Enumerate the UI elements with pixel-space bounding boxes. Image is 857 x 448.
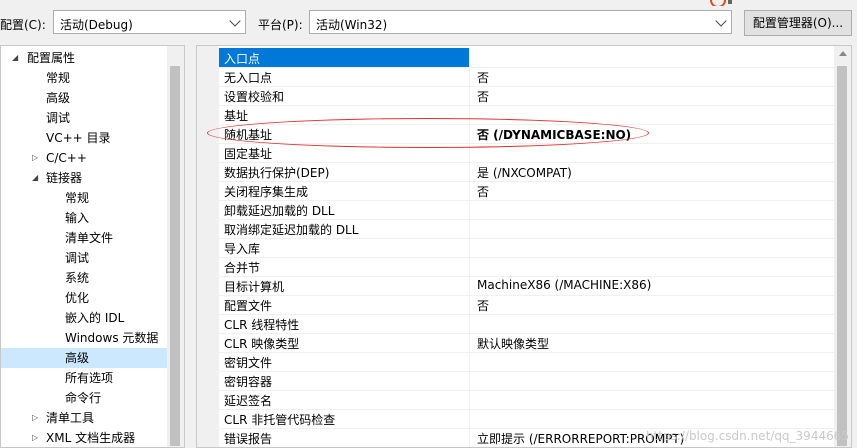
property-row-merge-sections[interactable]: 合并节: [219, 257, 835, 277]
property-row-clr-image-type[interactable]: CLR 映像类型 默认映像类型: [219, 333, 835, 353]
property-row-key-container[interactable]: 密钥容器: [219, 371, 835, 391]
config-label: 配置(C):: [0, 18, 46, 32]
property-row-clr-thread-attribute[interactable]: CLR 线程特性: [219, 314, 835, 334]
grid-scrollbar[interactable]: [834, 46, 851, 447]
property-row-no-entry-point[interactable]: 无入口点否: [219, 67, 835, 87]
property-row-unbind-delay-loaded-dll[interactable]: 取消绑定延迟加载的 DLL: [219, 219, 835, 239]
property-row-entry-point[interactable]: 入口点: [219, 48, 851, 68]
property-tree[interactable]: ◢ 配置属性 常规 高级 调试 VC++ 目录 ▷ C/C++ ◢ 链接器 常规…: [0, 45, 185, 448]
property-row-unload-delay-loaded-dll[interactable]: 卸载延迟加载的 DLL: [219, 200, 835, 220]
property-row-key-file[interactable]: 密钥文件: [219, 352, 835, 372]
property-row-import-library[interactable]: 导入库: [219, 238, 835, 258]
expanded-triangle-icon[interactable]: ◢: [32, 168, 38, 188]
tree-node-linker-advanced[interactable]: 高级: [1, 348, 167, 368]
grid-gutter: [197, 46, 219, 447]
expanded-triangle-icon: ◢: [12, 53, 19, 62]
collapsed-triangle-icon[interactable]: ▷: [32, 428, 38, 447]
property-row-target-machine[interactable]: 目标计算机 MachineX86 (/MACHINE:X86): [219, 276, 835, 296]
collapsed-triangle-icon[interactable]: ▷: [32, 148, 38, 168]
platform-dropdown-value: 活动(Win32): [316, 18, 388, 32]
tree-scrollbar-thumb[interactable]: [170, 66, 180, 446]
property-row-randomized-base-address[interactable]: 随机基址否 (/DYNAMICBASE:NO): [219, 124, 835, 144]
platform-label: 平台(P):: [258, 18, 303, 32]
property-row-profile[interactable]: 配置文件否: [219, 295, 835, 315]
property-grid[interactable]: 入口点 无入口点否 设置校验和否 基址 随机基址否 (/DYNAMICBASE:…: [196, 45, 852, 448]
platform-dropdown[interactable]: 活动(Win32): [309, 10, 732, 34]
grid-scrollbar-thumb[interactable]: [837, 66, 847, 446]
property-row-base-address[interactable]: 基址: [219, 105, 835, 125]
property-row-set-checksum[interactable]: 设置校验和否: [219, 86, 835, 106]
property-row-dep[interactable]: 数据执行保护(DEP) 是 (/NXCOMPAT): [219, 162, 835, 182]
scroll-up-arrow-icon[interactable]: [839, 51, 847, 56]
property-row-fixed-base-address[interactable]: 固定基址: [219, 143, 835, 163]
collapsed-triangle-icon[interactable]: ▷: [32, 408, 38, 428]
chevron-down-icon: [715, 15, 727, 27]
config-dropdown-value: 活动(Debug): [60, 18, 133, 32]
config-toolbar: 配置(C): 活动(Debug) 平台(P): 活动(Win32) 配置管理器(…: [0, 0, 857, 44]
tree-scrollbar[interactable]: [167, 46, 184, 447]
config-manager-button[interactable]: 配置管理器(O)...: [744, 10, 852, 36]
property-row-clr-unmanaged-code-check[interactable]: CLR 非托管代码检查: [219, 409, 835, 429]
chevron-down-icon: [229, 15, 241, 27]
config-dropdown[interactable]: 活动(Debug): [53, 10, 246, 34]
property-row-delay-sign[interactable]: 延迟签名: [219, 390, 835, 410]
app-logo-icon: [708, 0, 732, 6]
watermark: https://blog.csdn.net/qq_3944665: [645, 429, 849, 443]
property-row-turn-off-assembly-generation[interactable]: 关闭程序集生成否: [219, 181, 835, 201]
